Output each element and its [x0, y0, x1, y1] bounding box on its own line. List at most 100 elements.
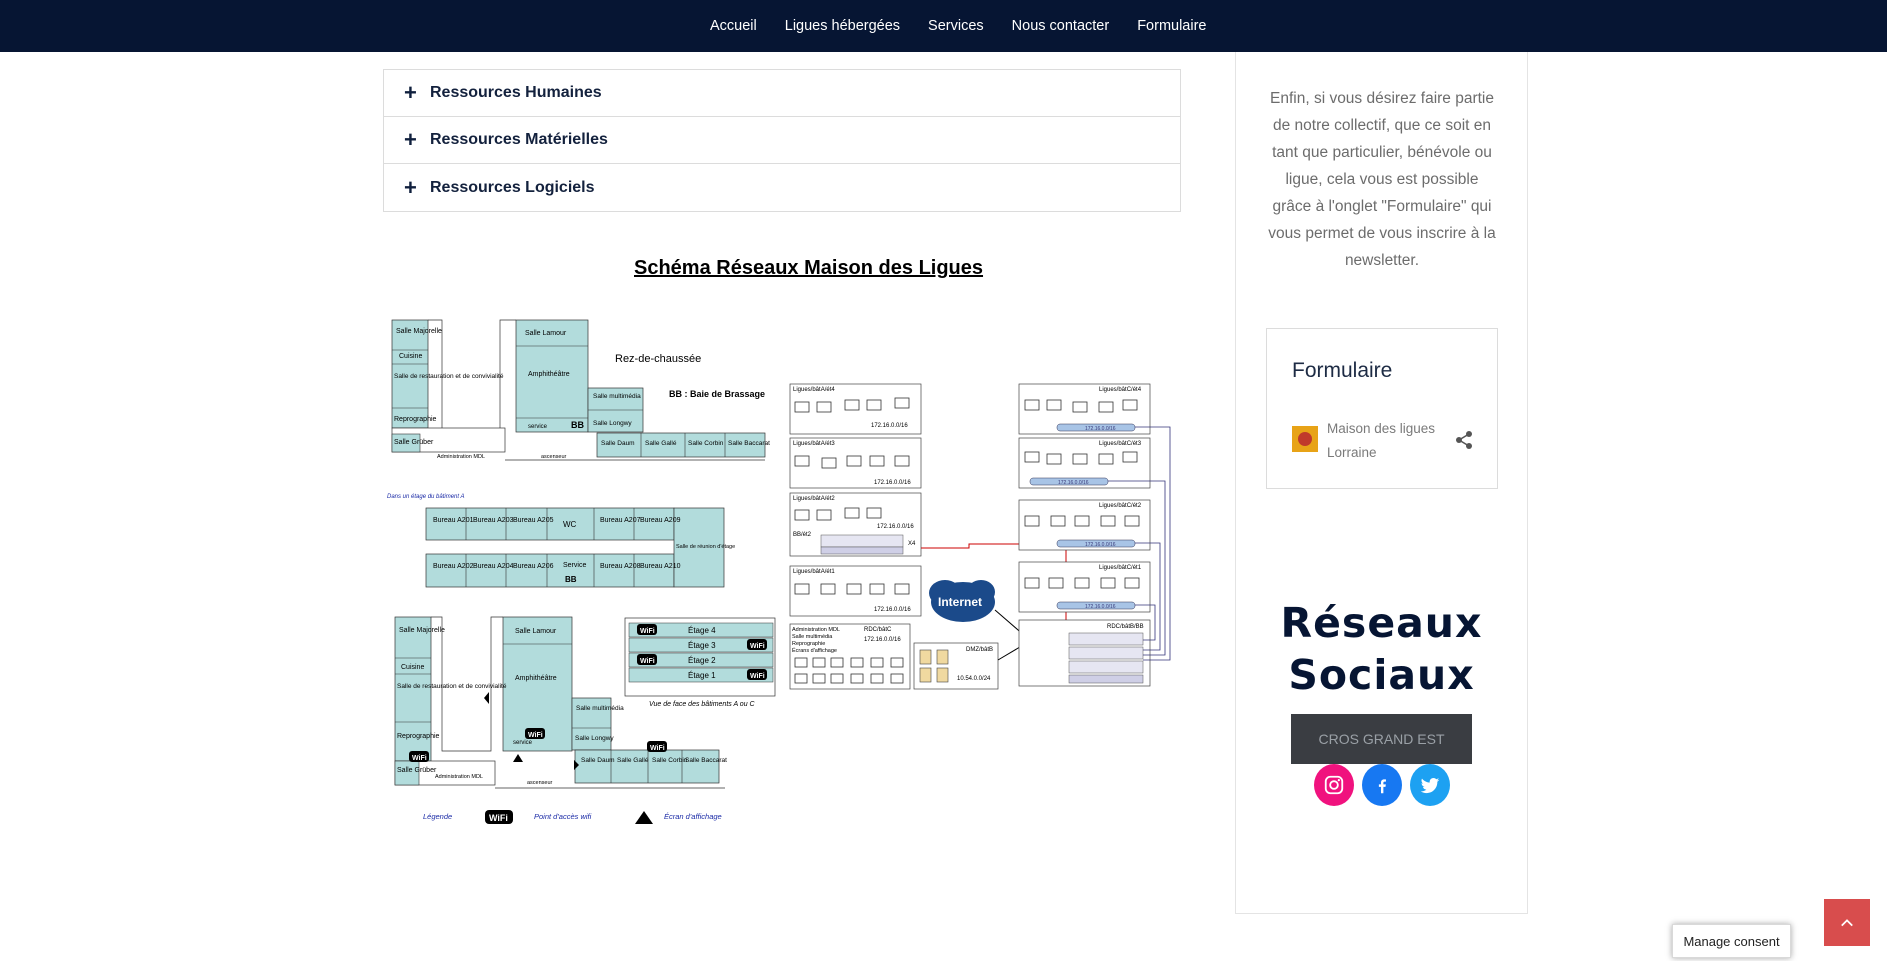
net-ip: 172.16.0.0/16 — [871, 423, 908, 429]
rdc-line: Administration MDL — [792, 627, 840, 633]
office-label: Bureau A210 — [640, 563, 681, 570]
net-label: Ligues/bâtA/ét4 — [793, 387, 835, 393]
room-label: Amphithéâtre — [515, 675, 557, 682]
room-label: Amphithéâtre — [528, 371, 570, 378]
main-menu: Accueil Ligues hébergées Services Nous c… — [710, 0, 1234, 52]
upper-floor-note: Dans un étage du bâtiment A — [387, 494, 465, 500]
network-building-a: Ligues/bâtA/ét4 172.16.0.0/16 Ligues/bât… — [789, 383, 922, 617]
legend-title: Légende — [423, 812, 452, 821]
nav-ligues-hebergees[interactable]: Ligues hébergées — [785, 18, 900, 34]
room-label: Salle multimédia — [593, 393, 641, 400]
wifi-icon: WiFi — [747, 639, 767, 650]
twitter-icon[interactable] — [1410, 764, 1450, 806]
floor-row-label: Étage 2 — [688, 656, 716, 665]
nav-services[interactable]: Services — [928, 18, 984, 34]
screen-icon — [484, 692, 489, 704]
room-label: Salle de restauration et de convivialité — [394, 373, 504, 380]
room-label: Reprographie — [397, 733, 440, 740]
floor-row-label: Étage 1 — [688, 671, 716, 680]
facade-view: Étage 4 Étage 3 Étage 2 Étage 1 WiFi WiF… — [624, 617, 776, 708]
room-label: BB — [571, 420, 584, 430]
room-label: Salle Corbin — [688, 440, 724, 447]
svg-text:WiFi: WiFi — [640, 628, 655, 635]
wifi-icon: WiFi — [485, 810, 513, 824]
net-label: Ligues/bâtC/ét3 — [1099, 441, 1142, 447]
accordion-item-ressources-logiciels[interactable]: + Ressources Logiciels — [384, 164, 1180, 211]
schema-title: Schéma Réseaux Maison des Ligues — [634, 257, 984, 279]
scroll-to-top-button[interactable] — [1824, 899, 1870, 946]
net-ip: 172.16.0.0/16 — [874, 480, 911, 486]
office-label: Bureau A209 — [640, 517, 681, 524]
accordion-title: Ressources Logiciels — [430, 178, 595, 196]
formulaire-card-title: Formulaire — [1292, 359, 1393, 382]
formulaire-card[interactable]: Formulaire Maison des ligues Lorraine — [1266, 328, 1498, 489]
floor-row-label: Étage 3 — [688, 641, 716, 650]
room-label: Salle Baccarat — [685, 757, 727, 764]
brand-line: Réseaux — [1280, 599, 1483, 647]
svg-text:WiFi: WiFi — [640, 658, 655, 665]
x4-label: X4 — [908, 541, 916, 547]
room-label: Salle multimédia — [576, 705, 624, 712]
office-label: Bureau A207 — [600, 517, 641, 524]
office-label: Bureau A205 — [513, 517, 554, 524]
room-label: Salle Longwy — [575, 735, 614, 742]
switch-ip: 172.16.0.0/16 — [1058, 480, 1089, 486]
room-label: Cuisine — [399, 353, 422, 360]
org-name-link[interactable]: Maison des ligues Lorraine — [1327, 417, 1445, 465]
room-label: Salle Lamour — [515, 628, 557, 635]
right-sidebar: Enfin, si vous désirez faire partie de n… — [1235, 52, 1528, 914]
room-label: ascenseur — [541, 454, 567, 460]
room-label: Salle Baccarat — [728, 440, 770, 447]
room-label: ascenseur — [527, 780, 553, 786]
room-label: Salle Daum — [581, 757, 615, 764]
screen-icon — [635, 811, 653, 824]
network-rdc: Administration MDL Salle multimédia Repr… — [789, 623, 999, 690]
nav-nous-contacter[interactable]: Nous contacter — [1012, 18, 1110, 34]
manage-consent-button[interactable]: Manage consent — [1672, 924, 1791, 958]
schema-legend: Légende WiFi Point d'accès wifi Écran d'… — [423, 810, 722, 824]
chevron-up-icon — [1841, 918, 1853, 926]
bb-label: BB/ét2 — [793, 532, 812, 538]
ground-floor-plan: Salle Majorelle Cuisine Salle de restaur… — [391, 319, 770, 461]
svg-text:WiFi: WiFi — [489, 813, 508, 823]
wifi-icon: WiFi — [647, 741, 667, 752]
net-ip: 172.16.0.0/16 — [877, 524, 914, 530]
office-label: Bureau A206 — [513, 563, 554, 570]
room-label: Salle Daum — [601, 440, 635, 447]
accordion-title: Ressources Matérielles — [430, 131, 608, 148]
cros-grand-est-button[interactable]: CROS GRAND EST — [1291, 714, 1472, 764]
office-label: Bureau A201 — [433, 517, 474, 524]
instagram-icon[interactable] — [1314, 764, 1354, 806]
floor-label: Rez-de-chaussée — [615, 353, 701, 365]
rdc-label: RDC/bâtC — [864, 627, 892, 633]
legend-screen: Écran d'affichage — [664, 812, 722, 821]
dmz-ip: 10.54.0.0/24 — [957, 676, 991, 682]
nav-accueil[interactable]: Accueil — [710, 18, 757, 34]
office-label: BB — [565, 575, 577, 584]
floor-row-label: Étage 4 — [688, 626, 716, 635]
room-label: Cuisine — [401, 664, 424, 671]
accordion-item-ressources-materielles[interactable]: + Ressources Matérielles — [384, 117, 1180, 164]
facade-caption: Vue de face des bâtiments A ou C — [649, 701, 756, 708]
svg-text:WiFi: WiFi — [412, 755, 427, 762]
office-label: Service — [563, 562, 586, 569]
net-label: Ligues/bâtA/ét2 — [793, 496, 835, 502]
share-icon[interactable] — [1454, 430, 1474, 450]
rdc-ip: 172.16.0.0/16 — [864, 637, 901, 643]
room-label: service — [528, 424, 548, 430]
rdc-line: Reprographie — [792, 641, 825, 647]
top-navigation-bar: Accueil Ligues hébergées Services Nous c… — [0, 0, 1887, 52]
net-label: Ligues/bâtC/ét1 — [1099, 565, 1142, 571]
room-label: Salle Grüber — [397, 767, 437, 774]
room-label: Reprographie — [394, 416, 437, 423]
room-label: Salle Gallé — [645, 440, 677, 447]
internet-cloud: Internet — [929, 580, 995, 622]
nav-formulaire[interactable]: Formulaire — [1137, 18, 1206, 34]
net-label: Ligues/bâtC/ét4 — [1099, 387, 1142, 393]
bb-legend: BB : Baie de Brassage — [669, 389, 765, 399]
switch-ip: 172.16.0.0/16 — [1085, 426, 1116, 432]
facebook-icon[interactable] — [1362, 764, 1402, 806]
net-ip: 172.16.0.0/16 — [874, 607, 911, 613]
accordion-item-ressources-humaines[interactable]: + Ressources Humaines — [384, 70, 1180, 117]
switch-ip: 172.16.0.0/16 — [1085, 542, 1116, 548]
